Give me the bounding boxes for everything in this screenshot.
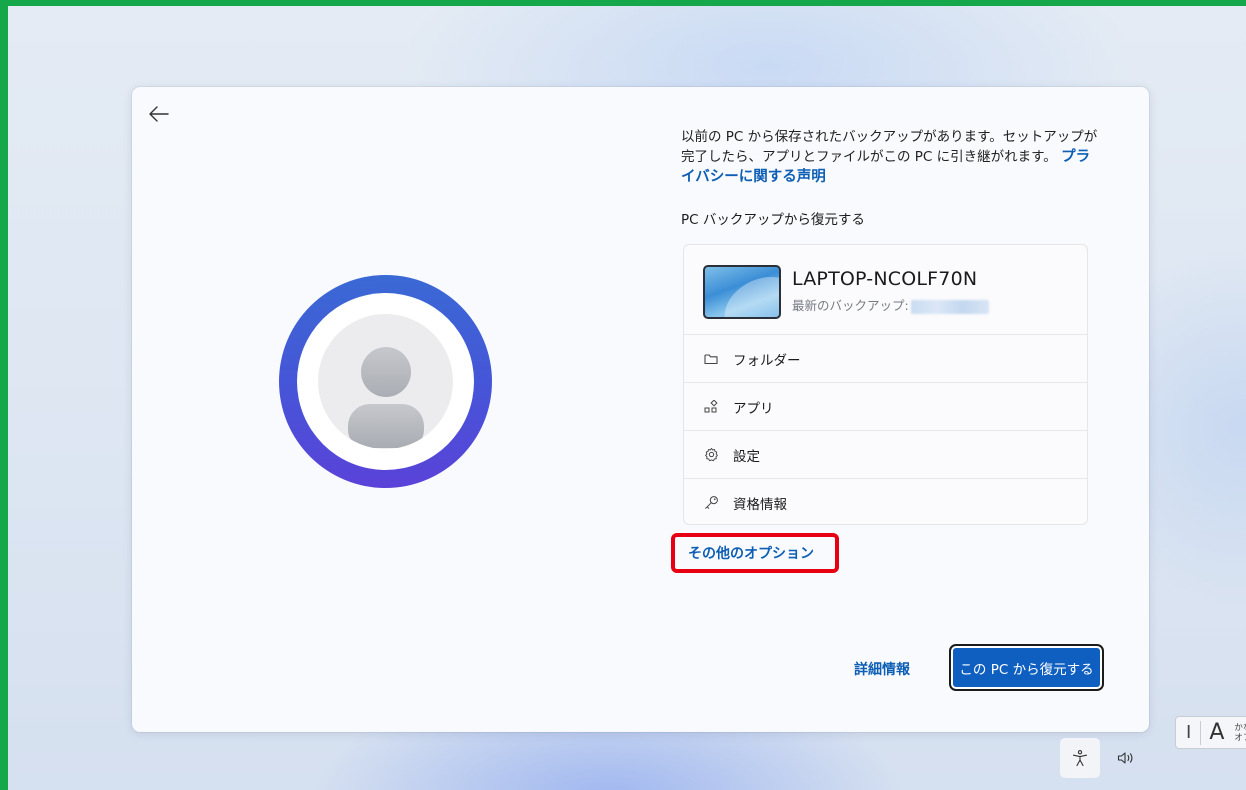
back-button[interactable]	[146, 101, 172, 127]
back-arrow-icon	[149, 106, 169, 122]
more-options-link[interactable]: その他のオプション	[688, 543, 814, 563]
backup-item-label: アプリ	[733, 400, 774, 417]
apps-icon	[703, 399, 719, 415]
backup-item-credentials[interactable]: 資格情報	[684, 479, 1087, 526]
laptop-thumbnail-icon	[703, 265, 781, 319]
last-backup-line: 最新のバックアップ:	[792, 295, 989, 314]
device-name: LAPTOP-NCOLF70N	[792, 268, 978, 290]
description-text: 以前の PC から保存されたバックアップがあります。セットアップが完了したら、ア…	[681, 129, 1098, 165]
gear-icon	[703, 447, 719, 463]
ime-mode-letter: A	[1209, 720, 1225, 745]
key-icon	[703, 495, 719, 511]
backup-item-label: 設定	[733, 448, 760, 465]
accessibility-button[interactable]	[1060, 738, 1100, 778]
folder-icon	[703, 351, 719, 367]
details-link[interactable]: 詳細情報	[854, 659, 910, 679]
backup-item-apps[interactable]: アプリ	[684, 383, 1087, 431]
ime-indicator[interactable]: I A かな オフ	[1175, 716, 1246, 749]
ime-caret: I	[1186, 722, 1192, 743]
more-options-highlight: その他のオプション	[671, 533, 839, 573]
setup-dialog: 以前の PC から保存されたバックアップがあります。セットアップが完了したら、ア…	[132, 87, 1149, 732]
user-avatar	[279, 275, 492, 488]
backup-item-label: 資格情報	[733, 496, 787, 513]
screen-frame: 以前の PC から保存されたバックアップがあります。セットアップが完了したら、ア…	[0, 0, 1246, 790]
volume-icon	[1117, 752, 1133, 764]
backup-description: 以前の PC から保存されたバックアップがあります。セットアップが完了したら、ア…	[681, 127, 1101, 187]
backup-item-label: フォルダー	[733, 352, 801, 369]
last-backup-label: 最新のバックアップ:	[792, 298, 909, 313]
backup-item-folders[interactable]: フォルダー	[684, 335, 1087, 383]
blurred-backup-date	[910, 299, 989, 314]
person-icon	[318, 314, 453, 449]
restore-from-pc-button[interactable]: この PC から復元する	[949, 644, 1104, 691]
backup-item-settings[interactable]: 設定	[684, 431, 1087, 479]
ime-kana-status: かな オフ	[1234, 722, 1246, 743]
backup-panel: LAPTOP-NCOLF70N 最新のバックアップ: フォルダー アプリ 設定 …	[683, 244, 1088, 525]
device-row: LAPTOP-NCOLF70N 最新のバックアップ:	[684, 245, 1087, 335]
accessibility-icon	[1072, 750, 1088, 767]
volume-button[interactable]	[1113, 746, 1139, 770]
section-title: PC バックアップから復元する	[681, 212, 865, 228]
